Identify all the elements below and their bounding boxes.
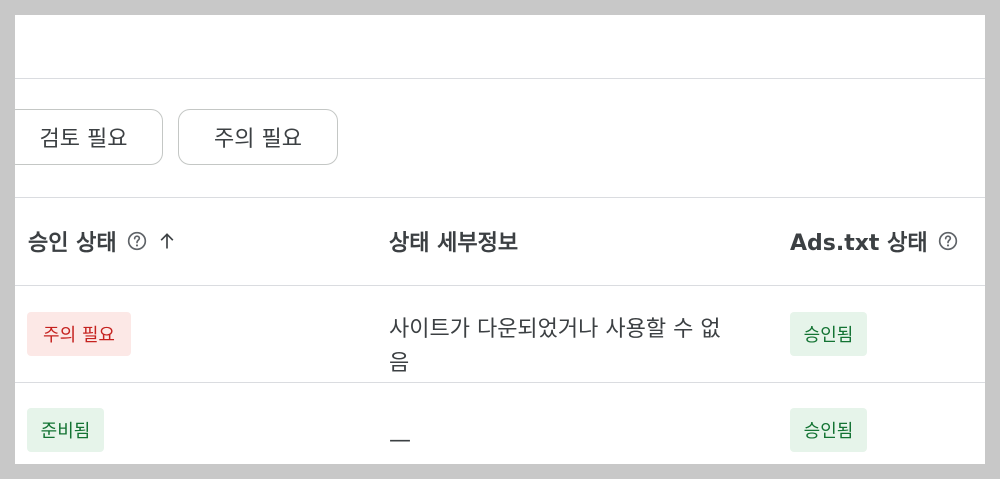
column-header-ads-txt-status[interactable]: Ads.txt 상태 <box>790 226 958 256</box>
column-header-label: 승인 상태 <box>28 231 117 256</box>
column-header-approval-status[interactable]: 승인 상태 <box>28 226 177 256</box>
status-details-text: 사이트가 다운되었거나 사용할 수 없음 <box>389 317 721 376</box>
column-header-status-details[interactable]: 상태 세부정보 <box>389 226 518 256</box>
divider-filters <box>0 197 985 198</box>
help-icon[interactable] <box>938 231 958 251</box>
status-badge-attention-required: 주의 필요 <box>27 312 131 356</box>
filter-chip-label: 주의 필요 <box>214 127 302 152</box>
status-badge-label: 승인됨 <box>803 325 854 346</box>
divider-row-1 <box>0 382 985 383</box>
status-badge-ready: 준비됨 <box>27 408 104 452</box>
column-header-label: 상태 세부정보 <box>389 231 519 256</box>
sort-ascending-icon[interactable] <box>157 230 177 252</box>
sites-table-panel: 검토 필요 주의 필요 승인 상태 상태 세부정보 Ads.txt 상태 주의 … <box>0 15 985 464</box>
column-header-label: Ads.txt 상태 <box>790 231 928 256</box>
status-badge-label: 주의 필요 <box>43 325 115 346</box>
divider-header <box>0 285 985 286</box>
filter-chip-label: 검토 필요 <box>39 127 128 152</box>
ads-txt-status-badge: 승인됨 <box>790 408 867 452</box>
status-badge-label: 준비됨 <box>40 421 91 442</box>
help-icon[interactable] <box>127 231 147 251</box>
panel-left-edge <box>0 15 15 464</box>
status-details-empty: — <box>389 428 411 453</box>
status-badge-label: 승인됨 <box>803 421 854 442</box>
filter-chip-review-required[interactable]: 검토 필요 <box>4 109 163 165</box>
ads-txt-status-badge: 승인됨 <box>790 312 867 356</box>
divider-top <box>0 78 985 79</box>
filter-chip-attention-required[interactable]: 주의 필요 <box>178 109 338 165</box>
